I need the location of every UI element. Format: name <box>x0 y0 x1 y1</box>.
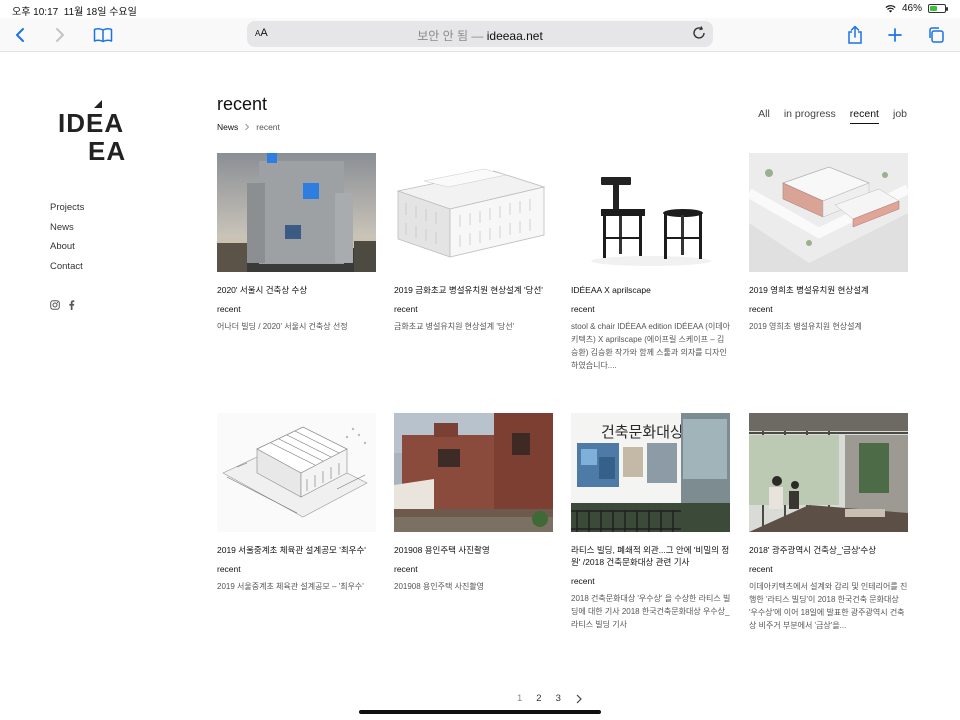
post-category: recent <box>571 576 595 586</box>
post-title[interactable]: 라티스 빌딩, 폐쇄적 외관...그 안에 '비밀의 정원' /2018 건축문… <box>571 544 731 568</box>
post-thumbnail[interactable] <box>394 413 553 532</box>
share-icon[interactable] <box>843 23 867 47</box>
post-thumbnail[interactable]: 건축문화대상展 <box>571 413 730 532</box>
page-2[interactable]: 2 <box>536 693 541 704</box>
post-category: recent <box>394 564 418 574</box>
post-category: recent <box>749 564 773 574</box>
bookmarks-icon[interactable] <box>91 23 115 47</box>
reload-icon[interactable] <box>691 25 707 41</box>
post-excerpt: 2019 영희초 병설유치원 현상설계 <box>749 322 862 331</box>
home-indicator[interactable] <box>359 710 601 714</box>
post-card[interactable]: 2019 영희초 병설유치원 현상설계 recent 2019 영희초 병설유치… <box>749 153 909 333</box>
instagram-icon[interactable] <box>50 300 60 310</box>
logo-accent <box>94 100 102 108</box>
post-title[interactable]: 201908 용인주택 사진촬영 <box>394 544 554 556</box>
post-card[interactable]: 2020' 서울시 건축상 수상 recent 어나더 빌딩 / 2020' 서… <box>217 153 377 333</box>
facebook-icon[interactable] <box>68 300 75 310</box>
post-category: recent <box>217 564 241 574</box>
sidebar-item-projects[interactable]: Projects <box>50 202 84 222</box>
post-title[interactable]: 2020' 서울시 건축상 수상 <box>217 284 377 296</box>
post-category: recent <box>571 304 595 314</box>
post-excerpt: 201908 용인주택 사진촬영 <box>394 582 485 591</box>
post-excerpt: 2019 서울중계초 체육관 설계공모 – '최우수' <box>217 582 364 591</box>
post-excerpt: stool & chair IDÉEAA edition IDÉEAA (이데아… <box>571 322 731 370</box>
status-time-date: 오후 10:17 11월 18일 수요일 <box>12 3 137 18</box>
status-time: 오후 10:17 <box>12 7 59 18</box>
post-card[interactable]: 2019 서울중계초 체육관 설계공모 '최우수' recent 2019 서울… <box>217 413 377 593</box>
breadcrumb-news[interactable]: News <box>217 122 238 132</box>
sidebar-nav: Projects News About Contact <box>50 202 84 281</box>
post-title[interactable]: 2019 금화초교 병설유치원 현상설계 '당선' <box>394 284 554 296</box>
battery-icon <box>928 4 948 13</box>
filter-job[interactable]: job <box>893 108 907 124</box>
status-right: 46% <box>885 3 948 14</box>
wifi-icon <box>885 5 896 13</box>
status-bar: 오후 10:17 11월 18일 수요일 46% <box>0 0 960 18</box>
post-excerpt: 2018 건축문화대상 '우수상' 을 수상한 라티스 빌딩에 대한 기사 20… <box>571 594 731 629</box>
filter-recent[interactable]: recent <box>849 108 879 124</box>
category-filters: All in progress recent job <box>758 108 907 124</box>
filter-all[interactable]: All <box>758 108 770 124</box>
sidebar-item-contact[interactable]: Contact <box>50 261 84 281</box>
post-thumbnail[interactable] <box>394 153 553 272</box>
url-separator: — <box>471 29 484 43</box>
post-title[interactable]: IDÉEAA X aprilscape <box>571 284 731 296</box>
post-card[interactable]: 건축문화대상展 라티스 빌딩, 폐쇄적 외관...그 안에 '비밀의 정원' /… <box>571 413 731 631</box>
address-bar[interactable]: AA 보안 안 됨 — ideeaa.net <box>247 21 713 47</box>
filter-in-progress[interactable]: in progress <box>784 108 836 124</box>
new-tab-icon[interactable] <box>883 23 907 47</box>
post-card[interactable]: 2018' 광주광역시 건축상_'금상'수상 recent 이데아키텍츠에서 설… <box>749 413 909 632</box>
post-excerpt: 금화초교 병설유치원 현상설계 '당선' <box>394 322 515 331</box>
sidebar-item-about[interactable]: About <box>50 241 84 261</box>
breadcrumb-current: recent <box>256 122 280 132</box>
site-logo[interactable]: IDEA EA <box>58 100 132 166</box>
post-title[interactable]: 2018' 광주광역시 건축상_'금상'수상 <box>749 544 909 556</box>
pagination: 1 2 3 <box>517 693 583 704</box>
post-card[interactable]: 201908 용인주택 사진촬영 recent 201908 용인주택 사진촬영 <box>394 413 554 593</box>
post-card[interactable]: IDÉEAA X aprilscape recent stool & chair… <box>571 153 731 372</box>
sidebar-item-news[interactable]: News <box>50 222 84 242</box>
next-page-icon[interactable] <box>575 694 583 704</box>
breadcrumb: News recent <box>217 122 280 132</box>
url-text[interactable]: 보안 안 됨 — ideeaa.net <box>247 27 713 44</box>
post-category: recent <box>217 304 241 314</box>
post-title[interactable]: 2019 서울중계초 체육관 설계공모 '최우수' <box>217 544 377 556</box>
page-3[interactable]: 3 <box>556 693 561 704</box>
post-category: recent <box>394 304 418 314</box>
status-date: 11월 18일 수요일 <box>63 7 137 18</box>
tabs-overview-icon[interactable] <box>924 23 948 47</box>
post-thumbnail[interactable] <box>217 413 376 532</box>
social-links <box>50 300 75 310</box>
post-excerpt: 이데아키텍츠에서 설계와 감리 및 인테리어를 진행한 '라티스 빌딩'이 20… <box>749 582 908 630</box>
chevron-right-icon <box>245 123 250 131</box>
battery-percent: 46% <box>901 3 922 14</box>
logo-line-2: EA <box>88 136 127 166</box>
forward-icon[interactable] <box>48 23 72 47</box>
post-thumbnail[interactable] <box>749 413 908 532</box>
page-title: recent <box>217 94 268 114</box>
not-secure-label: 보안 안 됨 <box>417 29 469 43</box>
back-icon[interactable] <box>8 23 32 47</box>
post-card[interactable]: 2019 금화초교 병설유치원 현상설계 '당선' recent 금화초교 병설… <box>394 153 554 333</box>
post-title[interactable]: 2019 영희초 병설유치원 현상설계 <box>749 284 909 296</box>
post-thumbnail[interactable] <box>571 153 730 272</box>
post-thumbnail[interactable] <box>749 153 908 272</box>
post-excerpt: 어나더 빌딩 / 2020' 서울시 건축상 선정 <box>217 322 348 331</box>
post-category: recent <box>749 304 773 314</box>
browser-toolbar: AA 보안 안 됨 — ideeaa.net <box>0 18 960 52</box>
page-1[interactable]: 1 <box>517 693 522 704</box>
logo-line-1: IDEA <box>58 108 125 138</box>
post-thumbnail[interactable] <box>217 153 376 272</box>
url-domain: ideeaa.net <box>486 29 543 43</box>
battery-fill <box>930 6 937 11</box>
